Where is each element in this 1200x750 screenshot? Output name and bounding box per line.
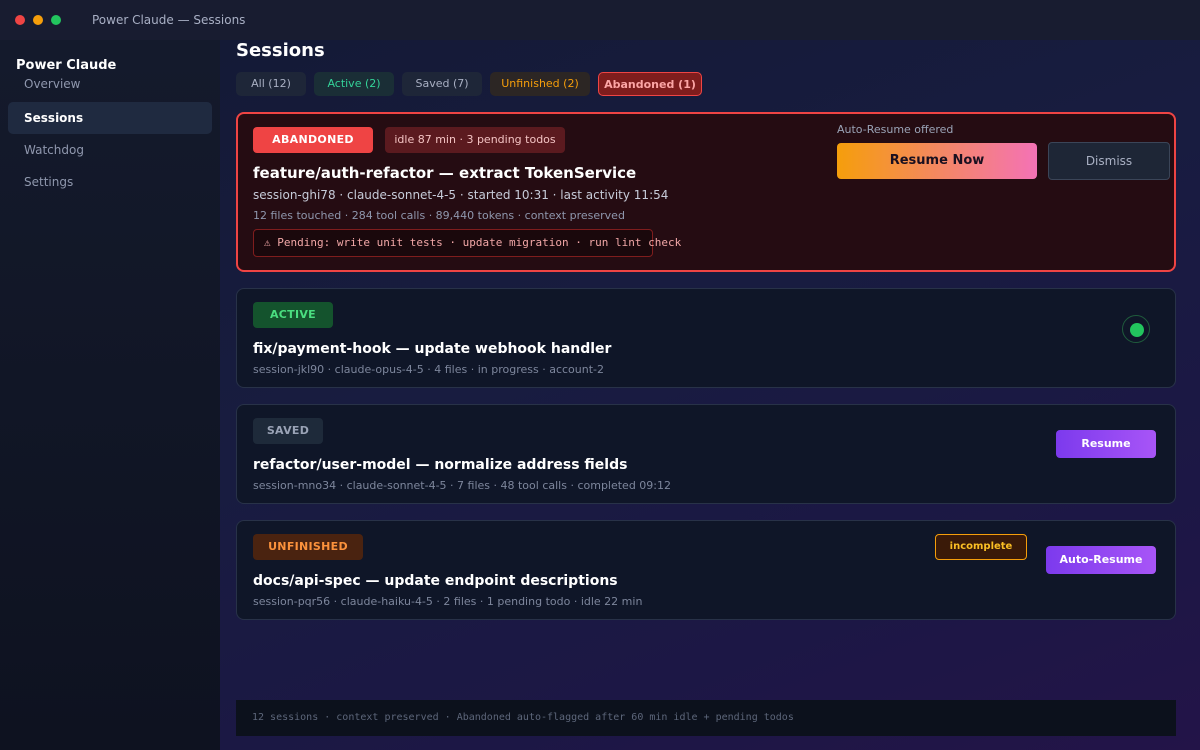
running-dot-icon [1130,323,1144,337]
status-badge-active: ACTIVE [253,302,333,328]
running-indicator [1122,315,1150,343]
incomplete-tag: incomplete [935,534,1027,560]
session-title: docs/api-spec — update endpoint descript… [253,573,618,589]
sidebar-item-overview[interactable]: Overview [8,68,212,100]
status-badge-unfinished: UNFINISHED [253,534,363,560]
tab-abandoned[interactable]: Abandoned (1) [598,72,702,96]
session-card-active[interactable]: ACTIVE fix/payment-hook — update webhook… [236,288,1176,388]
main-content: Sessions All (12) Active (2) Saved (7) U… [220,40,1200,750]
pending-todos-box: ⚠ Pending: write unit tests · update mig… [253,229,681,257]
status-footer: 12 sessions · context preserved · Abando… [236,700,1176,736]
session-card-saved[interactable]: SAVED refactor/user-model — normalize ad… [236,404,1176,504]
tab-active[interactable]: Active (2) [314,72,394,96]
sidebar: Power Claude Overview Sessions Watchdog … [0,40,220,750]
auto-resume-button[interactable]: Auto-Resume [1046,546,1156,574]
minimize-window-button[interactable] [33,15,43,25]
session-title: fix/payment-hook — update webhook handle… [253,341,612,357]
idle-chip: idle 87 min · 3 pending todos [385,127,565,153]
session-meta-secondary: 12 files touched · 284 tool calls · 89,4… [253,209,625,222]
close-window-button[interactable] [15,15,25,25]
session-meta: session-mno34 · claude-sonnet-4-5 · 7 fi… [253,479,672,492]
session-card-abandoned[interactable]: ABANDONED idle 87 min · 3 pending todos … [236,112,1176,272]
session-card-unfinished[interactable]: UNFINISHED incomplete docs/api-spec — up… [236,520,1176,620]
status-badge-abandoned: ABANDONED [253,127,373,153]
tab-unfinished[interactable]: Unfinished (2) [490,72,590,96]
window-title: Power Claude — Sessions [92,13,246,27]
session-title: refactor/user-model — normalize address … [253,457,628,473]
tab-all[interactable]: All (12) [236,72,306,96]
dismiss-button[interactable]: Dismiss [1048,142,1170,180]
status-badge-saved: SAVED [253,418,323,444]
maximize-window-button[interactable] [51,15,61,25]
resume-button[interactable]: Resume [1056,430,1156,458]
sidebar-item-settings[interactable]: Settings [8,166,212,198]
session-meta-primary: session-ghi78 · claude-sonnet-4-5 · star… [253,188,669,202]
pending-todos-text: ⚠ Pending: write unit tests · update mig… [264,236,682,249]
session-meta: session-jkl90 · claude-opus-4-5 · 4 file… [253,363,604,376]
page-title: Sessions [236,40,325,61]
sidebar-item-sessions[interactable]: Sessions [8,102,212,134]
auto-resume-offer-label: Auto-Resume offered [837,123,954,136]
session-title: feature/auth-refactor — extract TokenSer… [253,164,637,182]
tab-saved[interactable]: Saved (7) [402,72,482,96]
window-titlebar: Power Claude — Sessions [0,0,1200,40]
resume-now-button[interactable]: Resume Now [837,143,1037,179]
sidebar-item-watchdog[interactable]: Watchdog [8,134,212,166]
session-meta: session-pqr56 · claude-haiku-4-5 · 2 fil… [253,595,643,608]
